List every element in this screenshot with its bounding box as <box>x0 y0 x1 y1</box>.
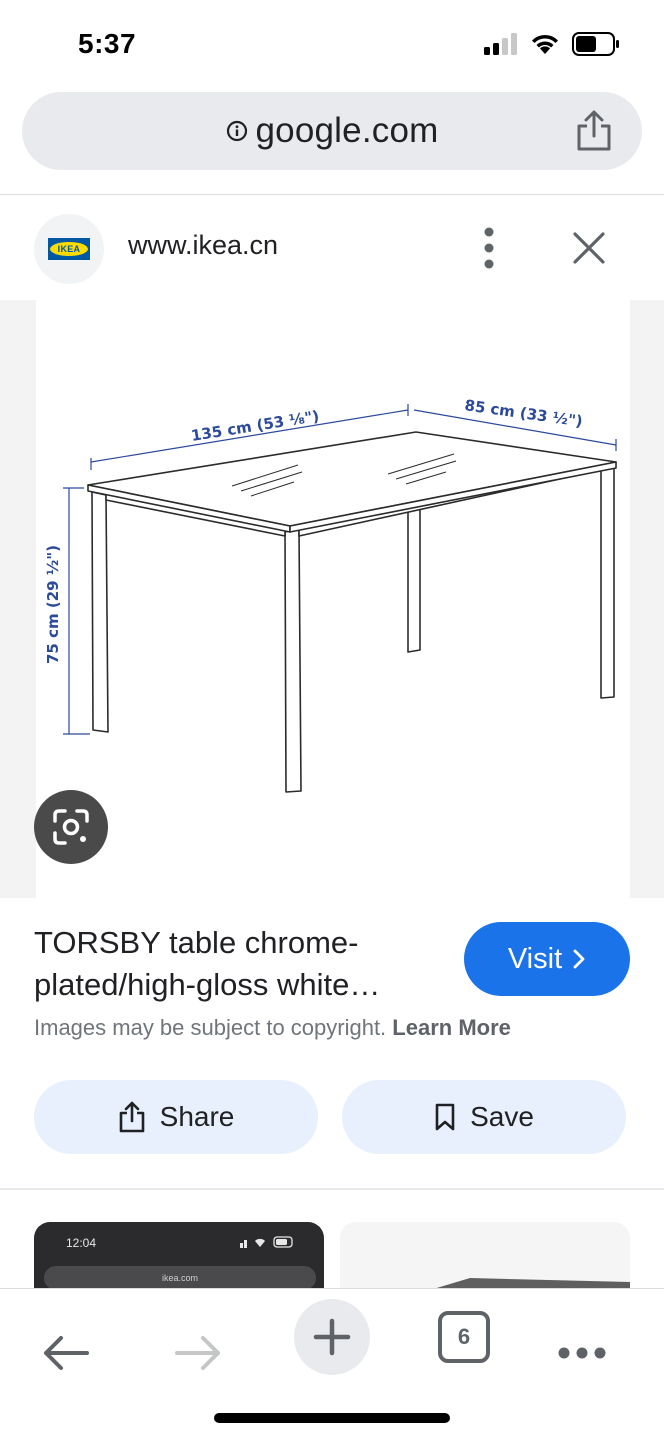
status-icons <box>484 32 620 56</box>
tab-count: 6 <box>457 1324 471 1349</box>
wifi-icon <box>532 34 558 54</box>
bottom-toolbar: 6 <box>0 1288 664 1440</box>
status-time: 5:37 <box>78 28 137 59</box>
source-url[interactable]: www.ikea.cn <box>128 230 278 261</box>
chevron-right-icon <box>573 949 585 969</box>
dimension-height-label: 75 cm (29 ½") <box>44 545 62 664</box>
more-menu-button[interactable] <box>544 1315 620 1391</box>
divider <box>0 1188 664 1190</box>
copyright-notice: Images may be subject to copyright. Lear… <box>34 1015 511 1041</box>
visit-label: Visit <box>507 942 563 975</box>
table-drawing: 135 cm (53 ⅛") 85 cm (33 ½") 75 cm (29 ½… <box>44 396 617 793</box>
dimension-depth-label: 85 cm (33 ½") <box>463 396 583 430</box>
share-icon <box>119 1101 144 1133</box>
signal-icon <box>484 33 517 55</box>
save-label: Save <box>470 1101 534 1132</box>
dimension-width-label: 135 cm (53 ⅛") <box>190 407 321 445</box>
home-indicator[interactable] <box>214 1413 450 1423</box>
url-bar[interactable]: google.com <box>22 92 642 170</box>
status-bar: 5:37 <box>0 0 664 88</box>
new-tab-button[interactable] <box>294 1299 370 1375</box>
tabs-button[interactable]: 6 <box>438 1311 490 1363</box>
share-label: Share <box>159 1101 235 1132</box>
more-horiz-icon <box>558 1347 606 1359</box>
thumbnail-time: 12:04 <box>66 1236 97 1250</box>
divider <box>0 194 664 195</box>
back-icon <box>44 1336 89 1370</box>
source-logo[interactable]: IKEA <box>34 214 104 284</box>
more-vert-icon[interactable] <box>474 226 504 270</box>
thumbnail-url: ikea.com <box>44 1266 316 1290</box>
ikea-logo-icon: IKEA <box>48 238 90 260</box>
thumbnail-status-icons <box>240 1236 296 1251</box>
close-icon[interactable] <box>570 229 608 267</box>
share-icon[interactable] <box>574 110 614 152</box>
forward-icon <box>175 1336 220 1370</box>
product-image: 135 cm (53 ⅛") 85 cm (33 ½") 75 cm (29 ½… <box>36 300 630 898</box>
copyright-text: Images may be subject to copyright. <box>34 1015 387 1040</box>
share-button[interactable]: Share <box>34 1080 318 1154</box>
visit-button[interactable]: Visit <box>464 922 630 996</box>
google-lens-icon <box>53 809 89 845</box>
url-domain: google.com <box>255 111 439 150</box>
battery-icon <box>572 32 619 56</box>
info-icon[interactable] <box>226 120 248 142</box>
result-title-line2: plated/high-gloss white… <box>34 967 381 1002</box>
new-tab-icon <box>313 1318 351 1356</box>
learn-more-link[interactable]: Learn More <box>392 1015 511 1040</box>
forward-button[interactable] <box>160 1315 236 1391</box>
google-lens-button[interactable] <box>34 790 108 864</box>
save-button[interactable]: Save <box>342 1080 626 1154</box>
back-button[interactable] <box>28 1315 104 1391</box>
result-title[interactable]: TORSBY table chrome- plated/high-gloss w… <box>34 922 444 1006</box>
result-title-line1: TORSBY table chrome- <box>34 925 359 960</box>
bookmark-icon <box>435 1103 455 1131</box>
source-row: IKEA www.ikea.cn <box>0 196 664 300</box>
